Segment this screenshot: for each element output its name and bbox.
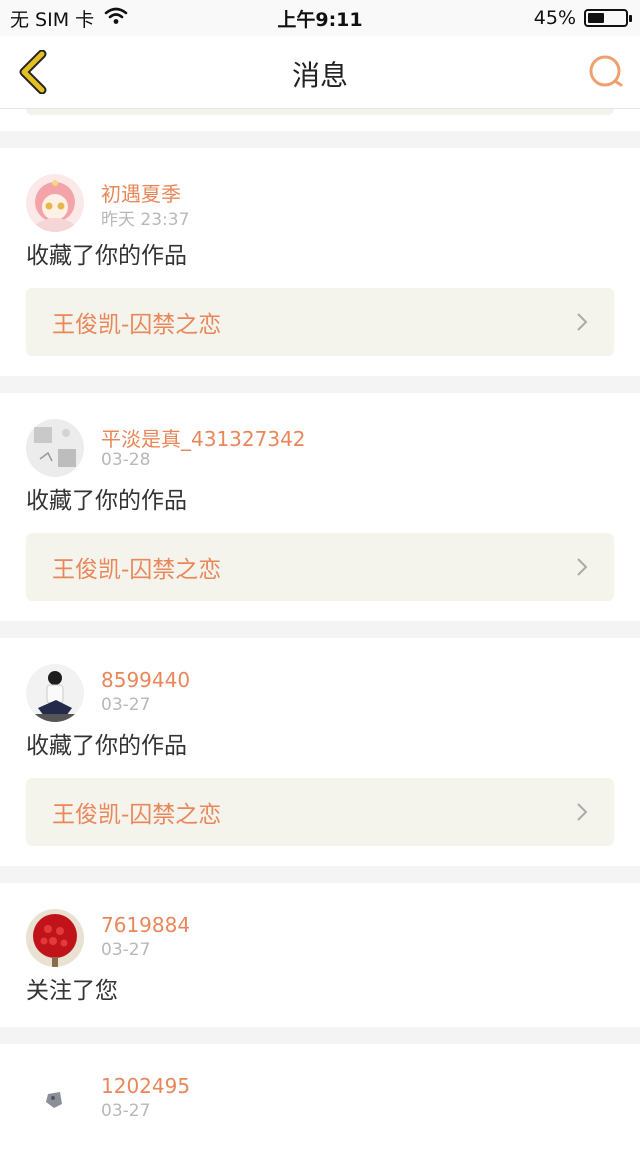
username[interactable]: 1202495 — [101, 1074, 190, 1098]
message-card: 平淡是真_431327342 03-28 收藏了你的作品 王俊凯-囚禁之恋 — [0, 393, 640, 621]
timestamp: 昨天 23:37 — [101, 210, 190, 230]
wifi-icon — [104, 7, 128, 30]
message-card: 1202495 03-27 — [0, 1044, 640, 1164]
action-text: 收藏了你的作品 — [26, 488, 187, 514]
battery-level — [588, 13, 605, 23]
avatar[interactable] — [26, 1070, 84, 1128]
timestamp: 03-27 — [101, 1101, 151, 1121]
message-card: 7619884 03-27 关注了您 — [0, 883, 640, 1027]
battery-icon — [584, 9, 632, 27]
back-button[interactable] — [16, 49, 52, 95]
page-title: 消息 — [291, 59, 348, 92]
work-link[interactable]: 王俊凯-囚禁之恋 — [26, 533, 614, 601]
nav-bar: 消息 — [0, 36, 640, 109]
carrier-label: 无 SIM 卡 — [10, 8, 95, 31]
work-link[interactable]: 王俊凯-囚禁之恋 — [26, 288, 614, 356]
username[interactable]: 8599440 — [101, 668, 190, 692]
timestamp: 03-27 — [101, 940, 151, 960]
avatar[interactable] — [26, 174, 84, 232]
chevron-right-icon — [577, 558, 588, 576]
chevron-right-icon — [577, 803, 588, 821]
timestamp: 03-28 — [101, 450, 151, 470]
timestamp: 03-27 — [101, 695, 151, 715]
username[interactable]: 初遇夏季 — [101, 178, 181, 207]
chevron-left-icon — [19, 49, 47, 95]
message-list: 初遇夏季 昨天 23:37 收藏了你的作品 王俊凯-囚禁之恋 平淡是真_4313… — [0, 109, 640, 1164]
username[interactable]: 7619884 — [101, 913, 190, 937]
status-bar: 无 SIM 卡 上午9:11 45% — [0, 0, 640, 36]
search-button[interactable] — [586, 52, 626, 92]
work-title: 王俊凯-囚禁之恋 — [52, 557, 222, 583]
work-title: 王俊凯-囚禁之恋 — [52, 312, 222, 338]
work-title: 王俊凯-囚禁之恋 — [52, 802, 222, 828]
action-text: 关注了您 — [26, 978, 118, 1004]
avatar[interactable] — [26, 909, 84, 967]
previous-card-stub — [0, 109, 640, 131]
action-text: 收藏了你的作品 — [26, 733, 187, 759]
message-card: 初遇夏季 昨天 23:37 收藏了你的作品 王俊凯-囚禁之恋 — [0, 148, 640, 376]
message-card: 8599440 03-27 收藏了你的作品 王俊凯-囚禁之恋 — [0, 638, 640, 866]
chevron-right-icon — [577, 313, 588, 331]
avatar[interactable] — [26, 419, 84, 477]
action-text: 收藏了你的作品 — [26, 243, 187, 269]
battery-percent: 45% — [533, 7, 576, 29]
avatar[interactable] — [26, 664, 84, 722]
search-icon — [589, 55, 623, 87]
username[interactable]: 平淡是真_431327342 — [101, 423, 306, 452]
work-link[interactable]: 王俊凯-囚禁之恋 — [26, 778, 614, 846]
